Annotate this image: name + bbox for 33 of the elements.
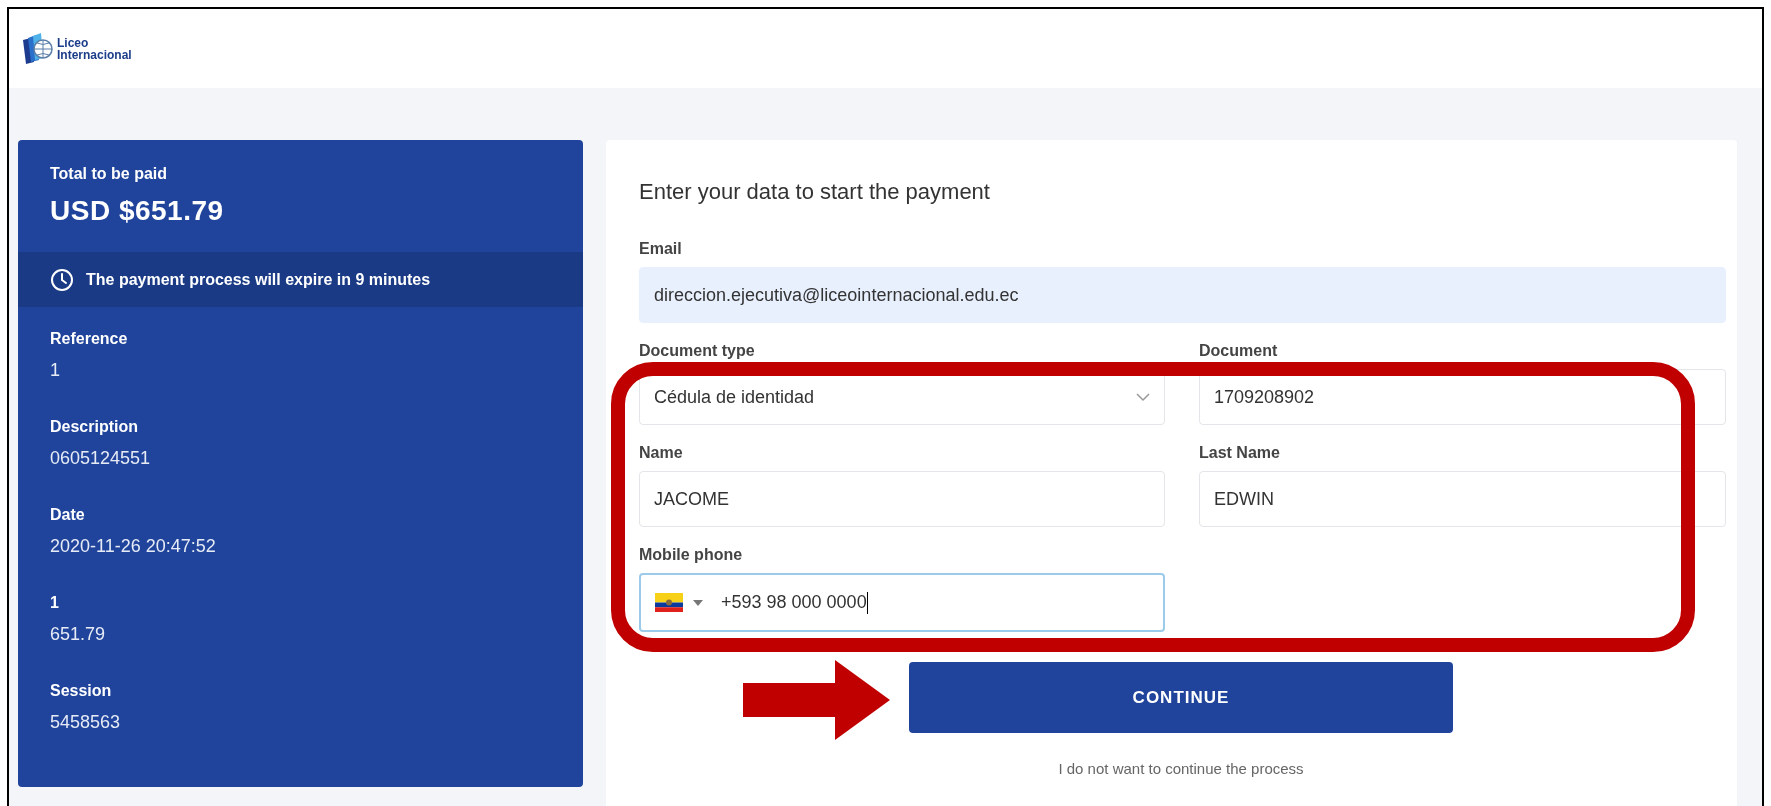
phone-field[interactable]: +593 98 000 0000 (639, 573, 1165, 632)
form-title: Enter your data to start the payment (639, 178, 991, 206)
email-field[interactable]: direccion.ejecutiva@liceointernacional.edu.ec (639, 267, 1726, 323)
detail-value: 5458563 (50, 711, 122, 733)
caret-icon (693, 599, 703, 606)
detail-label: Date (50, 505, 86, 525)
detail-label: Reference (50, 329, 129, 349)
field-label: Document type (639, 341, 756, 361)
text-field[interactable]: JACOME (639, 471, 1165, 527)
cancel-link[interactable]: I do not want to continue the process (1058, 759, 1304, 779)
clock-icon (50, 267, 74, 292)
field-label: Name (639, 443, 684, 463)
field-label: Document (1199, 341, 1279, 361)
continue-button[interactable]: CONTINUE (909, 662, 1453, 733)
detail-label: Session (50, 681, 113, 701)
flag-icon (655, 593, 683, 612)
field-label: Last Name (1199, 443, 1281, 463)
field-label: Mobile phone (639, 545, 744, 565)
detail-value: 2020-11-26 20:47:52 (50, 535, 217, 557)
chevron-down-icon (1136, 392, 1150, 402)
expiry-notice: The payment process will expire in 9 minutes (86, 270, 431, 289)
detail-value: 651.79 (50, 623, 107, 645)
field-label: Email (639, 239, 683, 259)
detail-value: 1 (50, 359, 61, 381)
total-label: Total to be paid (50, 164, 169, 184)
text-field[interactable]: EDWIN (1199, 471, 1726, 527)
total-amount: USD $651.79 (50, 194, 225, 228)
detail-value: 0605124551 (50, 447, 152, 469)
logo-icon (21, 31, 55, 66)
logo-text: Liceo (57, 36, 90, 49)
logo-text: Internacional (57, 48, 132, 61)
detail-label: 1 (50, 593, 60, 613)
detail-label: Description (50, 417, 139, 437)
